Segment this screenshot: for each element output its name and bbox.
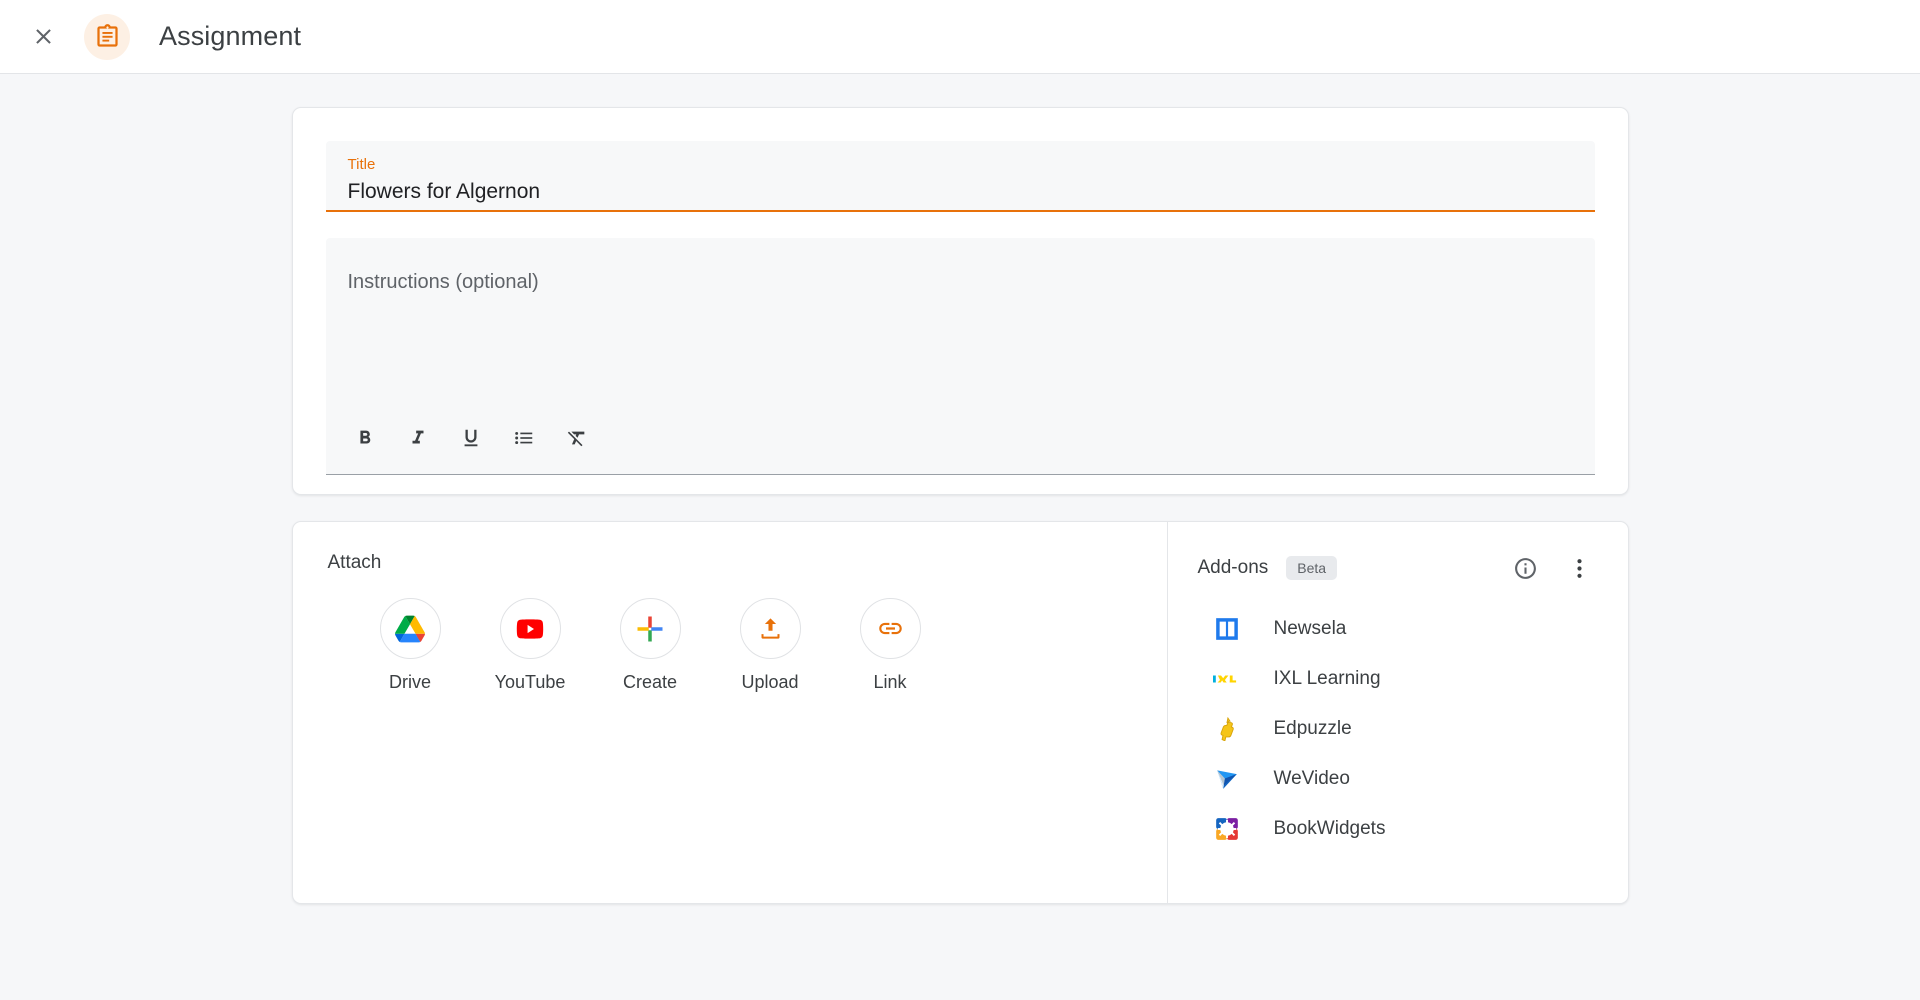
attach-item-label: Create (622, 672, 678, 692)
attach-addons-card: Attach Drive YouTube Create Upload Link … (291, 521, 1629, 904)
attach-youtube-circle (499, 598, 561, 659)
addons-more-button[interactable] (1562, 550, 1598, 586)
attach-drive-button[interactable]: Drive (371, 598, 450, 693)
bookwidgets-icon (1212, 814, 1242, 844)
link-icon (878, 622, 902, 635)
addon-item-ixl-learning[interactable]: IXL Learning (1198, 654, 1598, 704)
addon-item-bookwidgets[interactable]: BookWidgets (1198, 804, 1598, 854)
page-body: Title Flowers for Algernon Instructions … (0, 74, 1920, 1000)
upload-icon (761, 618, 779, 639)
bold-icon (359, 430, 370, 444)
attach-create-circle (619, 598, 681, 659)
instructions-input[interactable]: Instructions (optional) (326, 238, 1595, 418)
newsela-icon (1212, 614, 1242, 644)
addons-actions (1508, 550, 1598, 586)
more-vertical-icon (1577, 558, 1582, 578)
attach-item-label: Link (873, 672, 907, 692)
attach-heading: Attach (327, 552, 382, 573)
addon-label: Edpuzzle (1273, 718, 1352, 739)
page-title: Assignment (159, 21, 302, 51)
clear-formatting-icon (567, 431, 584, 447)
attach-options-row: Drive YouTube Create Upload Link (328, 598, 1167, 693)
addon-item-wevideo[interactable]: WeVideo (1198, 754, 1598, 804)
attach-drive-circle (379, 598, 441, 659)
addon-label: IXL Learning (1273, 668, 1381, 689)
addon-item-edpuzzle[interactable]: Edpuzzle (1198, 704, 1598, 754)
attach-link-circle (859, 598, 921, 659)
attach-item-label: Drive (388, 672, 431, 692)
title-field[interactable]: Title Flowers for Algernon (325, 141, 1595, 212)
wevideo-icon (1212, 764, 1242, 794)
close-icon (35, 29, 51, 44)
assignment-badge (84, 13, 130, 60)
attach-create-button[interactable]: Create (611, 598, 690, 693)
addon-label: BookWidgets (1273, 818, 1386, 839)
attach-item-label: YouTube (494, 672, 566, 692)
title-input[interactable]: Flowers for Algernon (348, 177, 1573, 207)
attach-upload-button[interactable]: Upload (731, 598, 810, 693)
attach-upload-circle (739, 598, 801, 659)
assignment-details-card: Title Flowers for Algernon Instructions … (291, 107, 1629, 495)
close-button[interactable] (14, 8, 72, 66)
italic-button[interactable] (401, 421, 435, 455)
underline-icon (464, 429, 477, 447)
addons-header: Add-ons Beta (1198, 552, 1598, 584)
title-field-label: Title (347, 156, 376, 173)
addon-label: WeVideo (1273, 768, 1350, 789)
create-plus-icon (637, 616, 663, 641)
attach-link-button[interactable]: Link (851, 598, 930, 693)
addons-title: Add-ons (1197, 557, 1269, 578)
app-header: Assignment (0, 0, 1920, 74)
edpuzzle-icon (1212, 714, 1242, 744)
clear-formatting-button[interactable] (560, 421, 594, 455)
attach-youtube-button[interactable]: YouTube (491, 598, 570, 693)
bulleted-list-button[interactable] (507, 421, 541, 455)
bulleted-list-icon (514, 431, 532, 445)
google-drive-icon (395, 615, 425, 642)
info-icon (1515, 557, 1536, 579)
attach-panel: Attach Drive YouTube Create Upload Link (293, 522, 1168, 903)
instructions-field[interactable]: Instructions (optional) (325, 238, 1595, 475)
beta-badge: Beta (1286, 556, 1338, 580)
youtube-icon (516, 618, 544, 639)
attach-item-label: Upload (741, 672, 799, 692)
italic-icon (412, 430, 423, 444)
addons-panel: Add-ons Beta Newsela IXL Learning Edpuzz… (1168, 522, 1628, 903)
ixl-learning-icon (1212, 664, 1242, 694)
addon-label: Newsela (1273, 618, 1347, 639)
underline-button[interactable] (454, 421, 488, 455)
addon-item-newsela[interactable]: Newsela (1198, 604, 1598, 654)
formatting-toolbar (326, 418, 1595, 474)
assignment-clipboard-icon (96, 24, 118, 47)
bold-button[interactable] (348, 421, 382, 455)
addons-info-button[interactable] (1508, 550, 1544, 586)
